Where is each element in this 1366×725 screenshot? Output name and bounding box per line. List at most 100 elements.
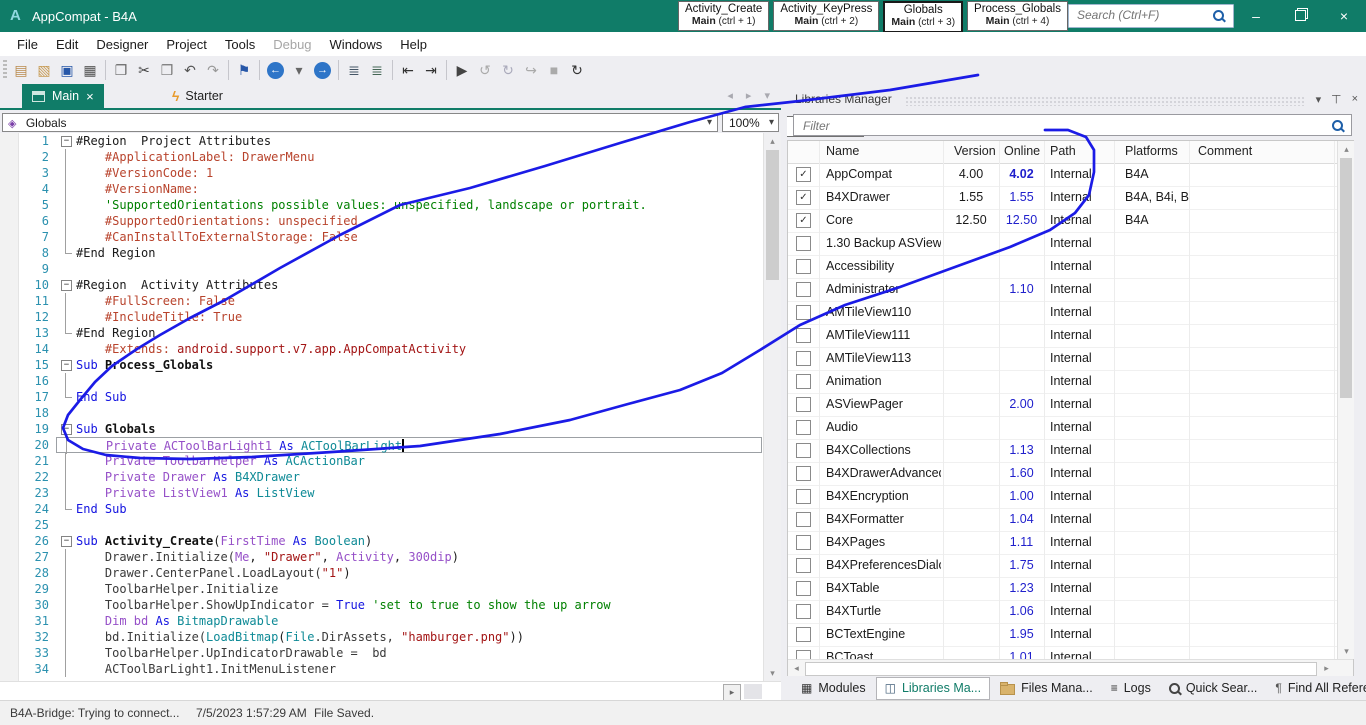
library-online-version[interactable]: 1.13 <box>999 439 1044 461</box>
library-checkbox[interactable] <box>796 236 811 251</box>
library-online-version[interactable]: 1.60 <box>999 462 1044 484</box>
editor-tab-starter[interactable]: ϟ Starter <box>160 84 235 108</box>
panel-drag-texture[interactable] <box>905 96 1305 106</box>
library-online-version[interactable]: 12.50 <box>999 209 1044 231</box>
menu-windows[interactable]: Windows <box>321 37 392 52</box>
step-out-button[interactable]: ↪ <box>520 58 542 82</box>
library-row-b4xencryption[interactable]: B4XEncryption1.00Internal <box>788 485 1337 509</box>
uncomment-selection-button[interactable]: ≣ <box>366 58 388 82</box>
bookmark-button[interactable]: ⚑ <box>233 58 255 82</box>
panel-menu-icon[interactable]: ▾ <box>1316 93 1322 106</box>
library-filter-box[interactable] <box>793 114 1352 136</box>
code-line-13[interactable]: 13#End Region <box>0 325 762 341</box>
stop-button[interactable]: ■ <box>543 58 565 82</box>
menu-project[interactable]: Project <box>157 37 215 52</box>
code-line-6[interactable]: 6 #SupportedOrientations: unspecified <box>0 213 762 229</box>
code-line-18[interactable]: 18 <box>0 405 762 421</box>
code-line-17[interactable]: 17End Sub <box>0 389 762 405</box>
code-line-11[interactable]: 11 #FullScreen: False <box>0 293 762 309</box>
editor-tab-main[interactable]: Main × <box>22 84 104 108</box>
library-checkbox[interactable] <box>796 466 811 481</box>
navigate-back-button[interactable]: ← <box>267 62 284 79</box>
library-checkbox[interactable] <box>796 512 811 527</box>
library-checkbox[interactable] <box>796 282 811 297</box>
fold-collapse-icon[interactable]: − <box>56 421 76 437</box>
jump-tab-activity-keypress[interactable]: Activity_KeyPressMain (ctrl + 2) <box>773 1 879 31</box>
library-online-version[interactable]: 4.02 <box>999 163 1044 185</box>
library-online-version[interactable]: 1.00 <box>999 485 1044 507</box>
library-checkbox[interactable] <box>796 581 811 596</box>
tab-libraries-ma[interactable]: ◫Libraries Ma... <box>876 677 991 700</box>
outdent-button[interactable]: ⇤ <box>397 58 419 82</box>
restore-button[interactable] <box>1278 0 1322 32</box>
library-online-version[interactable]: 1.55 <box>999 186 1044 208</box>
jump-tab-globals[interactable]: GlobalsMain (ctrl + 3) <box>883 1 963 33</box>
library-checkbox[interactable] <box>796 443 811 458</box>
zoom-dropdown[interactable]: 100% ▾ <box>722 113 779 132</box>
jump-tab-process-globals[interactable]: Process_GlobalsMain (ctrl + 4) <box>967 1 1068 31</box>
library-checkbox[interactable] <box>796 604 811 619</box>
library-row-b4xformatter[interactable]: B4XFormatter1.04Internal <box>788 508 1337 532</box>
navigate-forward-button[interactable]: → <box>314 62 331 79</box>
column-header-comment[interactable]: Comment <box>1198 141 1252 162</box>
table-vertical-scrollbar[interactable]: ▴ ▾ <box>1337 141 1354 659</box>
library-row-amtileview110[interactable]: AMTileView110Internal <box>788 301 1337 325</box>
library-checkbox[interactable] <box>796 650 811 659</box>
library-row-1-30-backup-asviewp[interactable]: 1.30 Backup ASViewPInternal <box>788 232 1337 256</box>
step-over-button[interactable]: ↻ <box>497 58 519 82</box>
code-line-33[interactable]: 33 ToolbarHelper.UpIndicatorDrawable = b… <box>0 645 762 661</box>
open-project-button[interactable]: ▧ <box>33 58 55 82</box>
library-online-version[interactable]: 1.04 <box>999 508 1044 530</box>
code-line-19[interactable]: 19−Sub Globals <box>0 421 762 437</box>
tab-logs[interactable]: ≡Logs <box>1103 678 1159 699</box>
library-row-asviewpager[interactable]: ASViewPager2.00Internal <box>788 393 1337 417</box>
close-tab-icon[interactable]: × <box>86 89 94 104</box>
library-checkbox[interactable] <box>796 397 811 412</box>
library-row-b4xdraweradvanced[interactable]: B4XDrawerAdvanced1.60Internal <box>788 462 1337 486</box>
column-header-platforms[interactable]: Platforms <box>1125 141 1178 162</box>
code-line-15[interactable]: 15−Sub Process_Globals <box>0 357 762 373</box>
library-row-bctoast[interactable]: BCToast1.01Internal <box>788 646 1337 659</box>
code-line-8[interactable]: 8#End Region <box>0 245 762 261</box>
library-online-version[interactable]: 1.95 <box>999 623 1044 645</box>
library-filter-input[interactable] <box>801 118 1305 134</box>
library-row-b4xdrawer[interactable]: ✓B4XDrawer1.551.55InternalB4A, B4i, B4J <box>788 186 1337 210</box>
search-box[interactable] <box>1068 4 1234 28</box>
library-row-animation[interactable]: AnimationInternal <box>788 370 1337 394</box>
library-checkbox[interactable] <box>796 374 811 389</box>
code-line-34[interactable]: 34 ACToolBarLight1.InitMenuListener <box>0 661 762 677</box>
scrollbar-thumb[interactable] <box>1340 158 1352 398</box>
back-history-button[interactable]: ▾ <box>288 58 310 82</box>
library-checkbox[interactable]: ✓ <box>796 213 811 228</box>
library-online-version[interactable]: 1.01 <box>999 646 1044 659</box>
scroll-right-icon[interactable]: ▸ <box>1319 661 1334 675</box>
code-line-2[interactable]: 2 #ApplicationLabel: DrawerMenu <box>0 149 762 165</box>
scroll-up-icon[interactable]: ▴ <box>1339 142 1354 156</box>
code-line-20[interactable]: 20 Private ACToolBarLight1 As ACToolBarL… <box>0 437 762 453</box>
library-checkbox[interactable] <box>796 351 811 366</box>
code-line-22[interactable]: 22 Private Drawer As B4XDrawer <box>0 469 762 485</box>
menu-designer[interactable]: Designer <box>87 37 157 52</box>
editor-horizontal-scrollbar[interactable]: ▸ <box>0 681 781 701</box>
panel-close-icon[interactable]: × <box>1352 93 1358 105</box>
module-selector-dropdown[interactable]: ◈ Globals ▾ <box>2 113 718 132</box>
library-checkbox[interactable] <box>796 535 811 550</box>
cut-button[interactable]: ✂ <box>133 58 155 82</box>
scrollbar-thumb[interactable] <box>766 150 779 280</box>
tab-find-all-referen[interactable]: ¶Find All Referen... <box>1267 678 1366 699</box>
library-row-amtileview113[interactable]: AMTileView113Internal <box>788 347 1337 371</box>
scroll-down-icon[interactable]: ▾ <box>1339 644 1354 658</box>
library-checkbox[interactable] <box>796 259 811 274</box>
library-row-audio[interactable]: AudioInternal <box>788 416 1337 440</box>
column-header-online[interactable]: Online <box>1004 141 1040 162</box>
copy-button[interactable]: ❐ <box>110 58 132 82</box>
library-online-version[interactable]: 2.00 <box>999 393 1044 415</box>
code-line-32[interactable]: 32 bd.Initialize(LoadBitmap(File.DirAsse… <box>0 629 762 645</box>
code-line-24[interactable]: 24End Sub <box>0 501 762 517</box>
scroll-up-icon[interactable]: ▴ <box>765 134 780 148</box>
code-line-12[interactable]: 12 #IncludeTitle: True <box>0 309 762 325</box>
library-row-amtileview111[interactable]: AMTileView111Internal <box>788 324 1337 348</box>
clean-project-button[interactable]: ↻ <box>566 58 588 82</box>
undo-button[interactable]: ↶ <box>179 58 201 82</box>
library-row-appcompat[interactable]: ✓AppCompat4.004.02InternalB4A <box>788 163 1337 187</box>
